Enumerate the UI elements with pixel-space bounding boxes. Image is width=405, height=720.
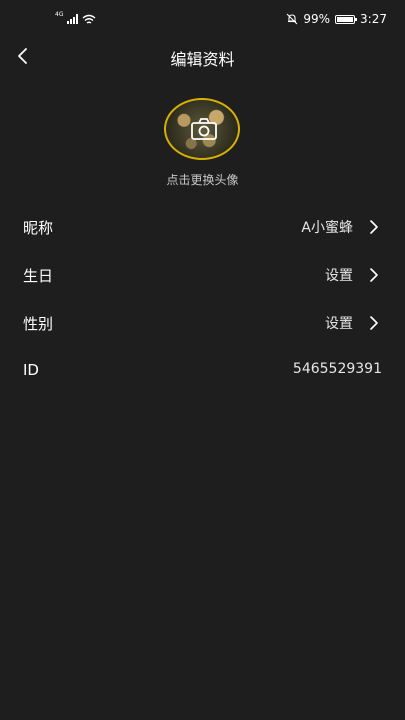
chevron-right-icon: [370, 268, 378, 282]
signal-icon: [67, 14, 79, 24]
avatar-section: [164, 98, 240, 160]
status-right: 99% 3:27: [286, 11, 387, 27]
camera-icon: [191, 118, 217, 140]
wifi-icon: [83, 14, 96, 24]
id-row: ID 5465529391: [0, 347, 405, 395]
avatar[interactable]: [164, 98, 240, 160]
page-title: 编辑资料: [170, 50, 235, 69]
nickname-row[interactable]: 昵称 A小蜜蜂: [0, 203, 405, 251]
gender-row[interactable]: 性别 设置: [0, 299, 405, 347]
clock: 3:27: [360, 12, 387, 26]
nickname-label: 昵称: [23, 219, 54, 237]
nav-bar: 编辑资料: [0, 38, 405, 74]
battery-icon: [335, 14, 358, 24]
change-avatar-caption[interactable]: 点击更换头像: [0, 171, 405, 188]
chevron-right-icon: [370, 316, 378, 330]
network-type: 4G: [55, 10, 64, 18]
battery-percent: 99%: [303, 12, 331, 26]
status-bar: 4G 99% 3:27: [0, 0, 405, 40]
id-value: 5465529391: [292, 361, 382, 377]
chevron-right-icon: [370, 220, 378, 234]
id-label: ID: [23, 361, 39, 379]
gender-value: 设置: [325, 316, 353, 332]
birthday-row[interactable]: 生日 设置: [0, 251, 405, 299]
status-left: 4G: [55, 11, 96, 27]
birthday-value: 设置: [325, 268, 353, 284]
bell-off-icon: [286, 13, 298, 25]
birthday-label: 生日: [23, 267, 54, 285]
gender-label: 性别: [23, 315, 54, 333]
nickname-value: A小蜜蜂: [301, 220, 353, 236]
